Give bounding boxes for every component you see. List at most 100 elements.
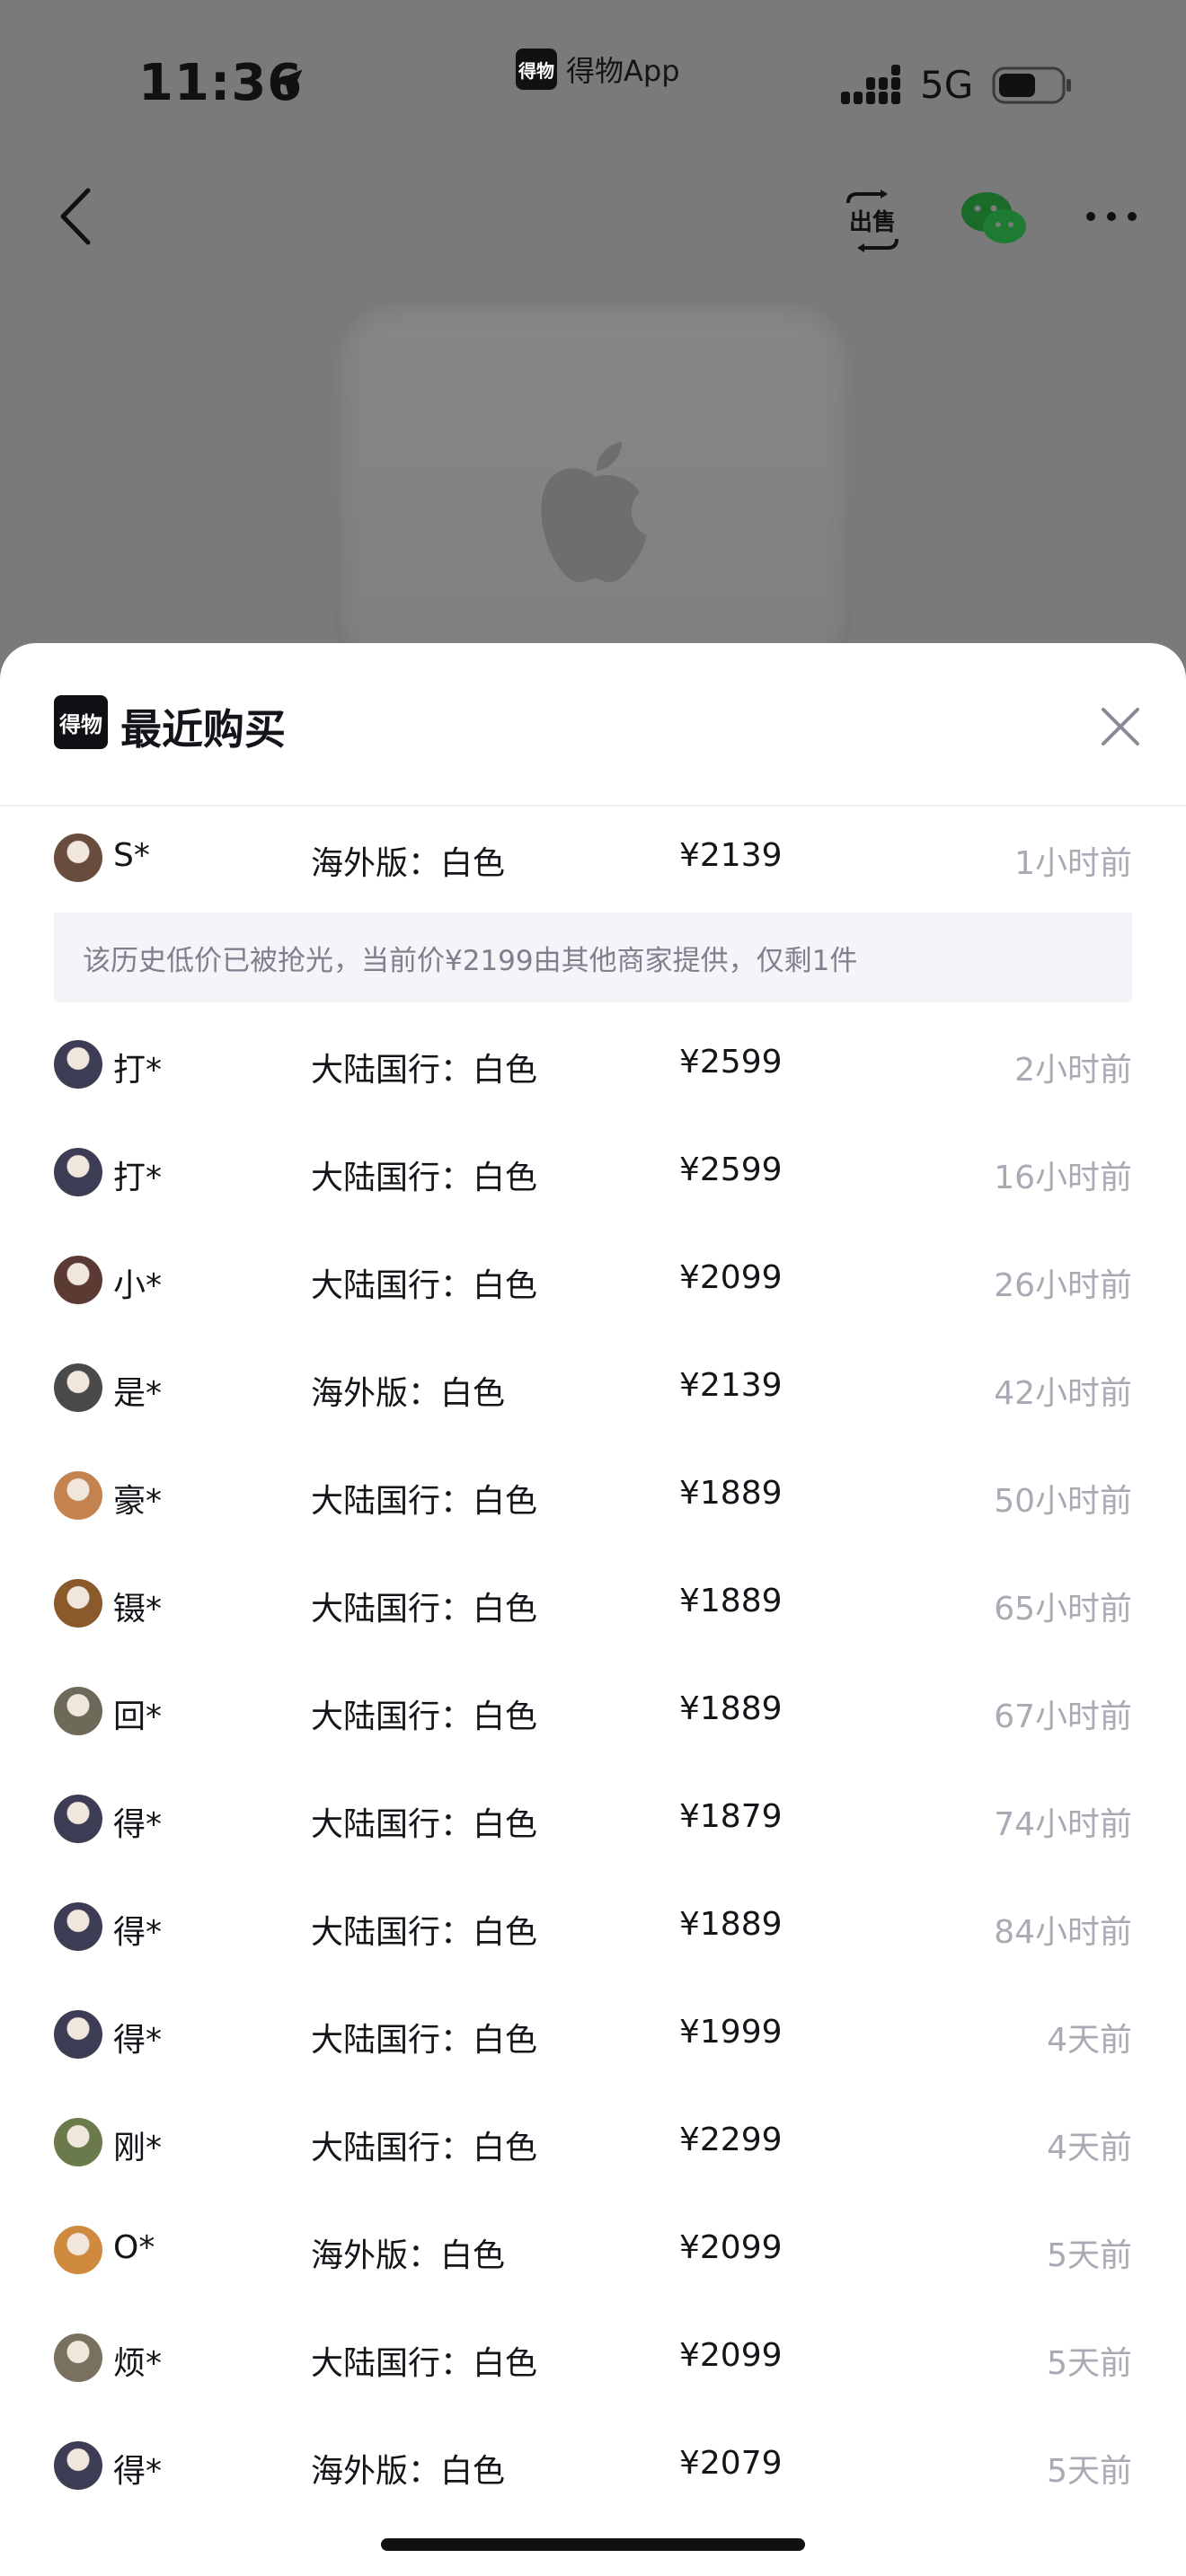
time-ago-label: 42小时前 (994, 1375, 1132, 1412)
buyer-name: 刚* (113, 2130, 163, 2166)
variant-label: 大陆国行：白色 (311, 1483, 538, 1520)
price-label: ¥2599 (679, 1044, 783, 1081)
time-ago-label: 5天前 (1047, 2453, 1132, 2490)
variant-label: 大陆国行：白色 (311, 1914, 538, 1951)
time-ago-label: 4天前 (1047, 2022, 1132, 2059)
purchase-row: 豪* 大陆国行：白色 ¥1889 50小时前 (0, 1442, 1186, 1550)
wechat-icon[interactable] (960, 189, 1028, 248)
variant-label: 大陆国行：白色 (311, 1698, 538, 1735)
time-ago-label: 74小时前 (994, 1806, 1132, 1843)
avatar (54, 1148, 102, 1196)
time-ago-label: 5天前 (1047, 2345, 1132, 2382)
avatar (54, 1902, 102, 1951)
variant-label: 海外版：白色 (311, 845, 506, 882)
variant-label: 大陆国行：白色 (311, 1052, 538, 1089)
purchase-row: 打* 大陆国行：白色 ¥2599 2小时前 (0, 1011, 1186, 1119)
buyer-name: 打* (113, 1160, 163, 1196)
price-label: ¥2099 (679, 1259, 783, 1296)
purchase-row: O* 海外版：白色 ¥2099 5天前 (0, 2197, 1186, 2305)
signal-icon (841, 65, 900, 104)
time-ago-label: 67小时前 (994, 1698, 1132, 1735)
apple-logo-icon (541, 442, 647, 583)
purchase-row: 小* 大陆国行：白色 ¥2099 26小时前 (0, 1227, 1186, 1335)
purchase-row: 打* 大陆国行：白色 ¥2599 16小时前 (0, 1119, 1186, 1227)
price-notice-text: 该历史低价已被抢光，当前价¥2199由其他商家提供，仅剩1件 (83, 944, 858, 977)
buyer-name: 得* (113, 1914, 163, 1951)
buyer-name: 得* (113, 2022, 163, 2059)
time-ago-label: 84小时前 (994, 1914, 1132, 1951)
app-icon: 得物 (516, 49, 557, 90)
back-chevron-icon[interactable] (54, 185, 97, 248)
price-label: ¥1889 (679, 1690, 783, 1727)
buyer-name: 打* (113, 1052, 163, 1089)
recent-purchases-sheet: 得物 最近购买 S* 海外版：白色 ¥2139 1小时前 该历史低价已被抢光，当前价¥2… (0, 643, 1186, 2576)
avatar (54, 1040, 102, 1089)
close-icon[interactable] (1098, 704, 1143, 749)
time-ago-label: 26小时前 (994, 1267, 1132, 1304)
price-label: ¥2079 (679, 2445, 783, 2482)
buyer-name: 烦* (113, 2345, 163, 2382)
purchase-list: S* 海外版：白色 ¥2139 1小时前 该历史低价已被抢光，当前价¥2199由其他商家… (0, 805, 1186, 2520)
time-ago-label: 5天前 (1047, 2237, 1132, 2274)
avatar (54, 1795, 102, 1843)
avatar (54, 2118, 102, 2166)
purchase-row: 烦* 大陆国行：白色 ¥2099 5天前 (0, 2305, 1186, 2413)
purchase-row: 得* 大陆国行：白色 ¥1889 84小时前 (0, 1874, 1186, 1981)
variant-label: 大陆国行：白色 (311, 1806, 538, 1843)
avatar (54, 2226, 102, 2274)
price-label: ¥2299 (679, 2122, 783, 2158)
avatar (54, 1687, 102, 1735)
sell-label: 出售 (849, 208, 896, 236)
dewu-logo: 得物 (54, 695, 108, 749)
price-label: ¥2139 (679, 837, 783, 874)
buyer-name: 是* (113, 1375, 163, 1412)
more-ellipsis-icon[interactable] (1084, 203, 1139, 230)
price-label: ¥1879 (679, 1798, 783, 1835)
location-arrow-icon (272, 69, 303, 99)
buyer-name: 镊* (113, 1591, 163, 1628)
avatar (54, 1579, 102, 1628)
variant-label: 大陆国行：白色 (311, 2130, 538, 2166)
purchase-row: 得* 海外版：白色 ¥2079 5天前 (0, 2413, 1186, 2520)
price-label: ¥2099 (679, 2229, 783, 2266)
price-label: ¥1999 (679, 2014, 783, 2051)
purchase-row: 刚* 大陆国行：白色 ¥2299 4天前 (0, 2089, 1186, 2197)
buyer-name: 回* (113, 1698, 163, 1735)
price-label: ¥2599 (679, 1151, 783, 1188)
time-ago-label: 16小时前 (994, 1160, 1132, 1196)
avatar (54, 2333, 102, 2382)
battery-icon (992, 66, 1071, 104)
sheet-title: 最近购买 (120, 705, 286, 754)
variant-label: 海外版：白色 (311, 2453, 506, 2490)
avatar (54, 1256, 102, 1304)
time-ago-label: 4天前 (1047, 2130, 1132, 2166)
price-notice-banner: 该历史低价已被抢光，当前价¥2199由其他商家提供，仅剩1件 (54, 913, 1132, 1002)
sell-icon[interactable]: 出售 (843, 189, 902, 253)
variant-label: 大陆国行：白色 (311, 1591, 538, 1628)
product-image (334, 302, 852, 679)
purchase-row: 得* 大陆国行：白色 ¥1999 4天前 (0, 1981, 1186, 2089)
price-label: ¥1889 (679, 1475, 783, 1512)
time-ago-label: 2小时前 (1014, 1052, 1132, 1089)
purchase-row: 镊* 大陆国行：白色 ¥1889 65小时前 (0, 1550, 1186, 1658)
status-return-app[interactable]: 得物 得物App (516, 49, 680, 90)
price-label: ¥1889 (679, 1906, 783, 1943)
price-label: ¥1889 (679, 1583, 783, 1619)
buyer-name: 豪* (113, 1483, 163, 1520)
variant-label: 海外版：白色 (311, 1375, 506, 1412)
purchase-row: 是* 海外版：白色 ¥2139 42小时前 (0, 1335, 1186, 1442)
buyer-name: S* (113, 837, 150, 874)
avatar (54, 1363, 102, 1412)
price-label: ¥2139 (679, 1367, 783, 1404)
variant-label: 大陆国行：白色 (311, 1160, 538, 1196)
network-label: 5G (920, 63, 974, 107)
purchase-row: 回* 大陆国行：白色 ¥1889 67小时前 (0, 1658, 1186, 1766)
buyer-name: 得* (113, 1806, 163, 1843)
purchase-row: S* 海外版：白色 ¥2139 1小时前 (0, 805, 1186, 913)
buyer-name: 得* (113, 2453, 163, 2490)
time-ago-label: 50小时前 (994, 1483, 1132, 1520)
home-indicator[interactable] (381, 2538, 805, 2551)
variant-label: 大陆国行：白色 (311, 1267, 538, 1304)
variant-label: 大陆国行：白色 (311, 2022, 538, 2059)
avatar (54, 2010, 102, 2059)
